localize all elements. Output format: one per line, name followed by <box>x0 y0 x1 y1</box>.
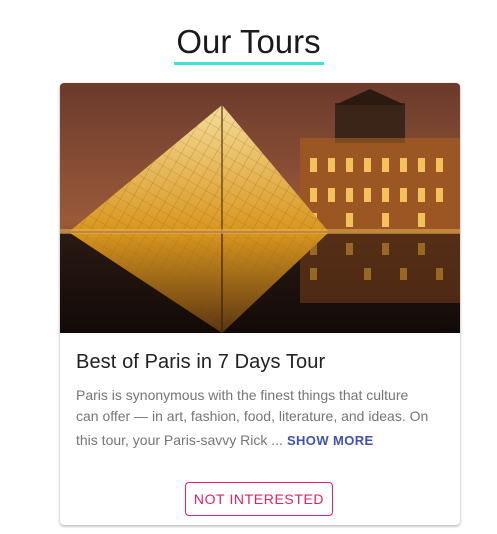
description-line-3-wrap: this tour, your Paris-savvy Rick ... SHOW… <box>76 430 446 451</box>
description-line-1: Paris is synonymous with the finest thin… <box>76 387 409 403</box>
tour-card: Best of Paris in 7 Days Tour Paris is sy… <box>60 83 460 525</box>
not-interested-button[interactable]: NOT INTERESTED <box>185 482 333 516</box>
page-title: Our Tours <box>176 23 321 60</box>
show-more-link[interactable]: SHOW MORE <box>287 433 374 448</box>
tour-title: Best of Paris in 7 Days Tour <box>76 351 326 373</box>
description-line-3: this tour, your Paris-savvy Rick ... <box>76 432 283 448</box>
tour-description: Paris is synonymous with the finest thin… <box>76 385 446 451</box>
description-line-2: can offer — in art, fashion, food, liter… <box>76 408 429 424</box>
title-underline <box>173 62 324 65</box>
tours-page: Our Tours Best of Paris in 7 Days Tour P… <box>0 0 497 534</box>
tour-image <box>60 83 460 333</box>
heading-section: Our Tours <box>0 22 497 65</box>
